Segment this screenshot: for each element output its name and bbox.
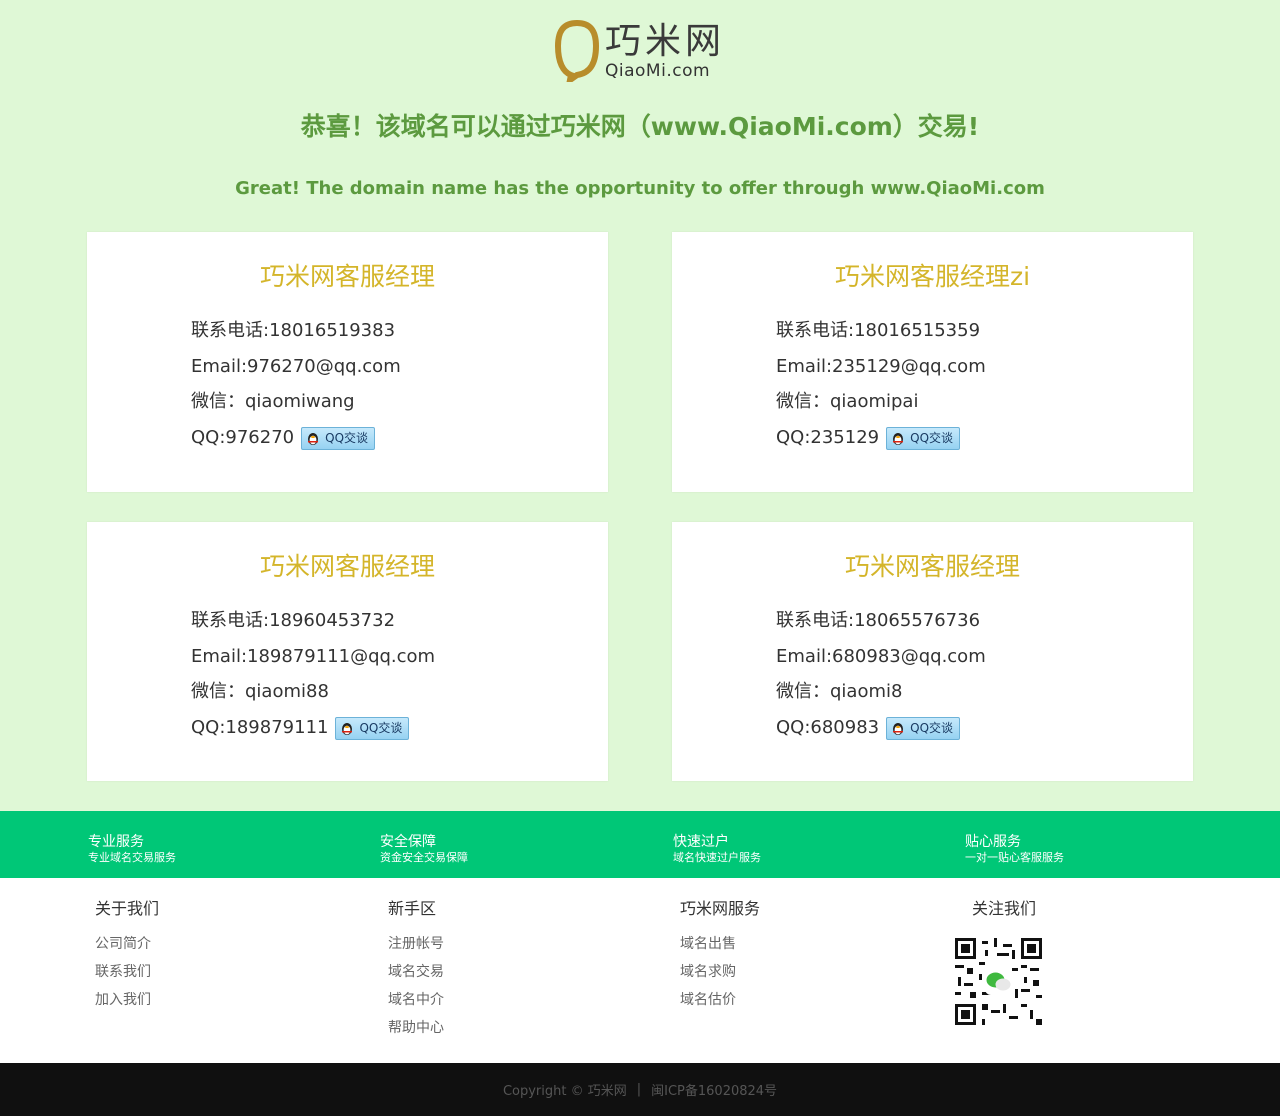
qq-chat-button[interactable]: QQ交谈 [335, 716, 410, 740]
qq-chat-button[interactable]: QQ交谈 [301, 426, 376, 450]
headline-en: Great! The domain name has the opportuni… [235, 178, 1045, 199]
card-wechat: 微信：qiaomi88 [191, 681, 329, 702]
card-qq-row: QQ:235129 QQ交谈 [776, 426, 961, 450]
card-qq: QQ:680983 [776, 717, 880, 738]
footer-link[interactable]: 注册帐号 [388, 934, 444, 954]
wechat-qr-code-icon [955, 938, 1042, 1025]
card-qq-row: QQ:189879111 QQ交谈 [191, 716, 410, 740]
card-title: 巧米网客服经理zi [834, 262, 1031, 291]
contact-card: 巧米网客服经理 联系电话:18016519383 Email:976270@qq… [87, 232, 608, 492]
footer-link[interactable]: 域名估价 [680, 990, 760, 1010]
feature-item: 贴心服务 一对一贴心客服服务 [965, 833, 1064, 865]
contact-card: 巧米网客服经理 联系电话:18065576736 Email:680983@qq… [672, 522, 1193, 781]
footer-link[interactable]: 加入我们 [95, 990, 159, 1010]
copyright-bar: Copyright © 巧米网 | 闽ICP备16020824号 [0, 1063, 1280, 1116]
contact-card: 巧米网客服经理zi 联系电话:18016515359 Email:235129@… [672, 232, 1193, 492]
qq-chat-label: QQ交谈 [910, 431, 954, 445]
logo-en-text: QiaoMi.com [605, 61, 711, 81]
card-phone: 联系电话:18960453732 [191, 610, 396, 631]
link-column-newbie: 新手区 注册帐号 域名交易 域名中介 帮助中心 [388, 898, 444, 1046]
card-phone: 联系电话:18016515359 [776, 320, 981, 341]
headline-cn: 恭喜！该域名可以通过巧米网（www.QiaoMi.com）交易! [300, 112, 980, 141]
feature-title: 专业服务 [88, 834, 144, 850]
footer-link[interactable]: 联系我们 [95, 962, 159, 982]
qq-chat-button[interactable]: QQ交谈 [886, 716, 961, 740]
feature-subtitle: 资金安全交易保障 [380, 851, 468, 864]
qq-chat-label: QQ交谈 [910, 721, 954, 735]
feature-title: 贴心服务 [965, 834, 1021, 850]
feature-item: 专业服务 专业域名交易服务 [88, 833, 176, 865]
card-wechat: 微信：qiaomipai [776, 391, 919, 412]
card-email[interactable]: Email:976270@qq.com [191, 355, 401, 379]
card-email[interactable]: Email:189879111@qq.com [191, 645, 435, 669]
feature-title: 安全保障 [380, 834, 436, 850]
logo-q-icon [555, 20, 599, 82]
logo-cn-text: 巧米网 [605, 21, 726, 62]
footer-link[interactable]: 域名出售 [680, 934, 760, 954]
card-email[interactable]: Email:680983@qq.com [776, 645, 986, 669]
contact-card: 巧米网客服经理 联系电话:18960453732 Email:189879111… [87, 522, 608, 781]
feature-subtitle: 域名快速过户服务 [673, 851, 761, 864]
card-wechat: 微信：qiaomi8 [776, 681, 903, 702]
feature-subtitle: 专业域名交易服务 [88, 851, 176, 864]
card-title: 巧米网客服经理 [844, 552, 1020, 581]
footer-links: 关于我们 公司简介 联系我们 加入我们 新手区 注册帐号 域名交易 域名中介 帮… [0, 878, 1280, 1063]
copyright-text: Copyright © 巧米网 [502, 1084, 627, 1099]
card-qq-row: QQ:976270 QQ交谈 [191, 426, 376, 450]
card-phone: 联系电话:18016519383 [191, 320, 396, 341]
footer-link[interactable]: 域名交易 [388, 962, 444, 982]
card-qq: QQ:235129 [776, 427, 880, 448]
qq-chat-label: QQ交谈 [359, 721, 403, 735]
footer-link[interactable]: 域名中介 [388, 990, 444, 1010]
qq-chat-button[interactable]: QQ交谈 [886, 426, 961, 450]
link-column-services: 巧米网服务 域名出售 域名求购 域名估价 [680, 898, 760, 1018]
card-wechat: 微信：qiaomiwang [191, 391, 355, 412]
footer-link[interactable]: 帮助中心 [388, 1018, 444, 1038]
card-qq: QQ:976270 [191, 427, 295, 448]
link-column-about: 关于我们 公司简介 联系我们 加入我们 [95, 898, 159, 1018]
features-band: 专业服务 专业域名交易服务 安全保障 资金安全交易保障 快速过户 域名快速过户服… [0, 811, 1280, 878]
qq-penguin-icon [893, 433, 904, 445]
card-title: 巧米网客服经理 [259, 262, 435, 291]
column-title: 关于我们 [95, 899, 160, 918]
footer-link[interactable]: 公司简介 [95, 934, 159, 954]
footer-separator: | [636, 1082, 642, 1097]
qq-chat-label: QQ交谈 [325, 431, 369, 445]
card-title: 巧米网客服经理 [259, 552, 435, 581]
icp-link[interactable]: 闽ICP备16020824号 [651, 1080, 777, 1099]
card-qq: QQ:189879111 [191, 717, 329, 738]
footer-link[interactable]: 域名求购 [680, 962, 760, 982]
site-logo[interactable]: 巧米网 QiaoMi.com [555, 18, 730, 84]
link-column-follow: 关注我们 [972, 898, 1036, 934]
feature-item: 安全保障 资金安全交易保障 [380, 833, 468, 865]
feature-title: 快速过户 [673, 834, 729, 850]
qq-penguin-icon [342, 723, 353, 735]
feature-item: 快速过户 域名快速过户服务 [673, 833, 761, 865]
column-title: 新手区 [388, 899, 437, 918]
column-title: 关注我们 [972, 899, 1037, 918]
feature-subtitle: 一对一贴心客服服务 [965, 851, 1064, 864]
card-email[interactable]: Email:235129@qq.com [776, 355, 986, 379]
qq-penguin-icon [308, 433, 319, 445]
card-phone: 联系电话:18065576736 [776, 610, 981, 631]
top-section: 巧米网 QiaoMi.com 恭喜！该域名可以通过巧米网（www.QiaoMi.… [0, 0, 1280, 811]
column-title: 巧米网服务 [680, 899, 761, 918]
qq-penguin-icon [893, 723, 904, 735]
card-qq-row: QQ:680983 QQ交谈 [776, 716, 961, 740]
